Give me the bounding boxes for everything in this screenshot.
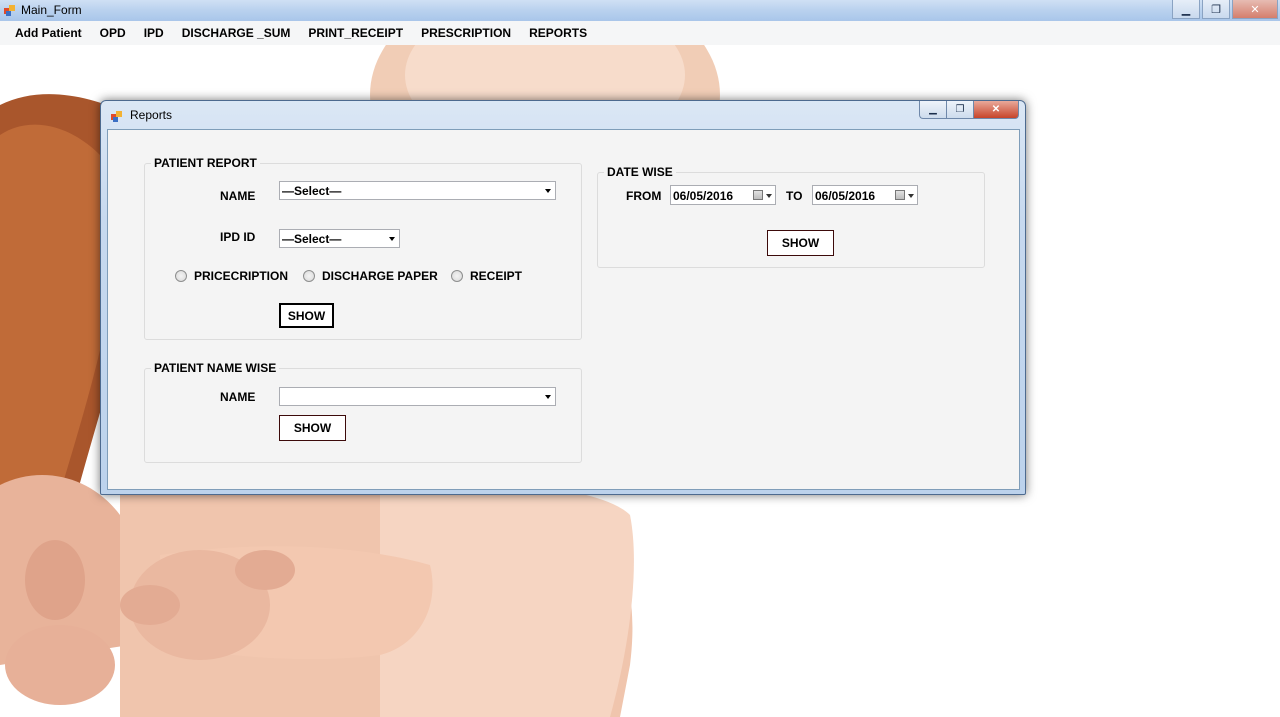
reports-client-area: PATIENT REPORT NAME —Select— IPD ID —Sel… [107,129,1020,490]
app-icon [4,5,15,16]
reports-app-icon [111,111,122,122]
date-to-value: 06/05/2016 [815,189,876,203]
patient-report-legend: PATIENT REPORT [151,156,260,170]
radio-discharge-paper-label[interactable]: DISCHARGE PAPER [322,269,438,283]
reports-close-button[interactable]: ✕ [973,101,1019,119]
chevron-down-icon [545,395,551,399]
date-from-picker[interactable]: 06/05/2016 [670,185,776,205]
ipd-id-combo[interactable]: —Select— [279,229,400,248]
calendar-icon [895,190,905,200]
date-wise-legend: DATE WISE [604,165,676,179]
date-to-label: TO [786,189,803,203]
menu-opd[interactable]: OPD [91,21,135,45]
menu-prescription[interactable]: PRESCRIPTION [412,21,520,45]
patient-name-wise-name-combo[interactable] [279,387,556,406]
patient-report-show-button[interactable]: SHOW [279,303,334,328]
main-minimize-button[interactable]: ▁ [1172,0,1200,19]
reports-window-controls: ▁ ❐ ✕ [919,101,1019,119]
patient-report-name-label: NAME [220,189,256,203]
date-wise-group: DATE WISE FROM 06/05/2016 TO 06/05/2016 … [597,165,985,268]
date-from-label: FROM [626,189,662,203]
main-close-button[interactable]: ✕ [1232,0,1278,19]
ipd-id-value: —Select— [282,232,342,246]
chevron-down-icon [389,237,395,241]
radio-receipt[interactable] [451,270,463,282]
ipd-id-label: IPD ID [220,230,256,244]
reports-window-title: Reports [130,108,173,122]
date-wise-show-button[interactable]: SHOW [767,230,834,256]
patient-report-group: PATIENT REPORT NAME —Select— IPD ID —Sel… [144,156,582,340]
patient-name-wise-name-label: NAME [220,390,256,404]
radio-prescription[interactable] [175,270,187,282]
patient-name-wise-legend: PATIENT NAME WISE [151,361,280,375]
calendar-icon [753,190,763,200]
chevron-down-icon [908,194,914,198]
radio-receipt-label[interactable]: RECEIPT [470,269,522,283]
menu-print-receipt[interactable]: PRINT_RECEIPT [299,21,412,45]
patient-name-wise-show-button[interactable]: SHOW [279,415,346,441]
main-window-title: Main_Form [21,3,82,17]
patient-name-wise-group: PATIENT NAME WISE NAME SHOW [144,361,582,463]
main-titlebar[interactable]: Main_Form ▁ ❐ ✕ [0,0,1280,21]
menu-add-patient[interactable]: Add Patient [0,21,91,45]
reports-restore-button[interactable]: ❐ [946,101,973,119]
main-window-controls: ▁ ❐ ✕ [1172,0,1280,20]
radio-prescription-label[interactable]: PRICECRIPTION [194,269,288,283]
chevron-down-icon [766,194,772,198]
menu-ipd[interactable]: IPD [135,21,173,45]
main-restore-button[interactable]: ❐ [1202,0,1230,19]
menu-bar: Add Patient OPD IPD DISCHARGE _SUM PRINT… [0,21,1280,45]
menu-discharge-sum[interactable]: DISCHARGE _SUM [173,21,300,45]
chevron-down-icon [545,189,551,193]
date-from-value: 06/05/2016 [673,189,734,203]
patient-report-name-combo[interactable]: —Select— [279,181,556,200]
reports-minimize-button[interactable]: ▁ [919,101,946,119]
menu-reports[interactable]: REPORTS [520,21,596,45]
patient-report-name-value: —Select— [282,184,342,198]
reports-window[interactable]: Reports ▁ ❐ ✕ PATIENT REPORT NAME —Selec… [100,100,1026,495]
date-to-picker[interactable]: 06/05/2016 [812,185,918,205]
radio-discharge-paper[interactable] [303,270,315,282]
